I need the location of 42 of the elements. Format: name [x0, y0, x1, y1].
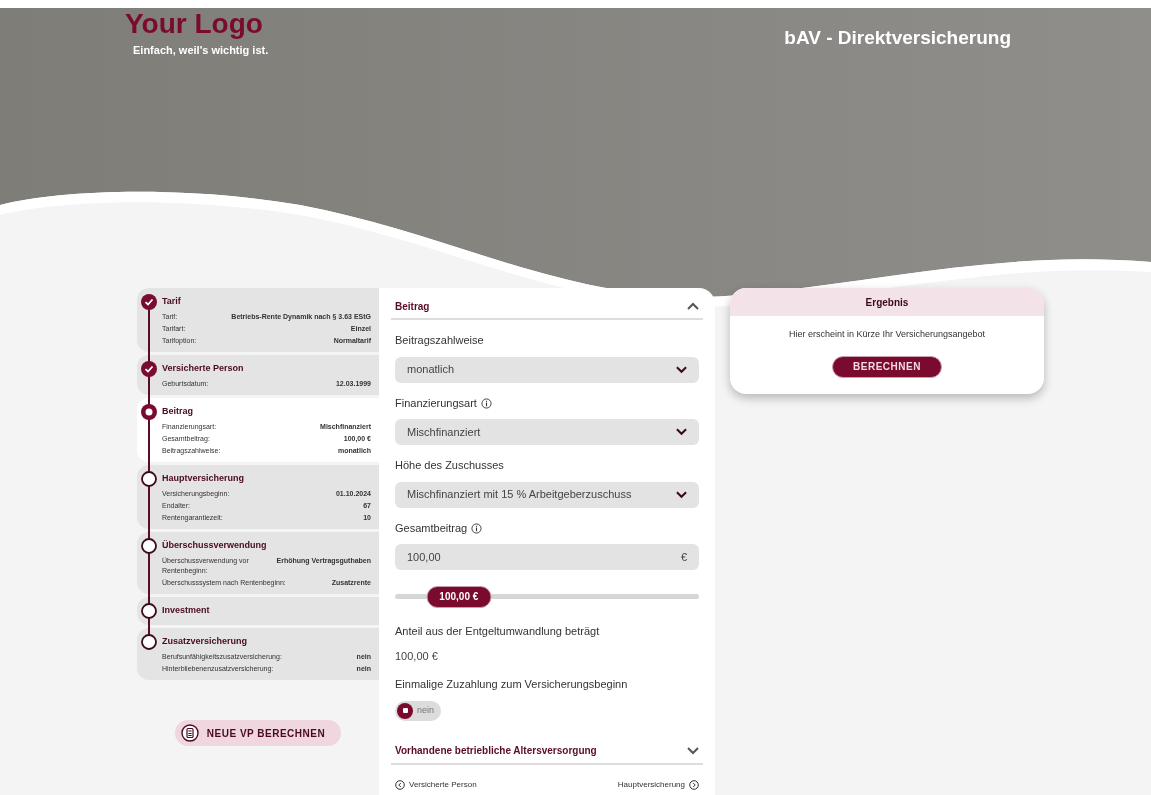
step-title: Tarif	[162, 295, 181, 309]
field-label: Höhe des Zuschusses	[395, 458, 504, 473]
chevron-down-icon	[676, 428, 687, 436]
step-card[interactable]: Investment	[137, 597, 379, 625]
select-field[interactable]: Mischfinanziert mit 15 % Arbeitgeberzuschuss	[395, 481, 699, 508]
field-label: Beitragszahlweise	[395, 333, 484, 348]
step-title: Investment	[162, 604, 210, 618]
calculate-button[interactable]: BERECHNEN	[832, 355, 942, 378]
result-message: Hier erscheint in Kürze Ihr Versicherungsangebot	[788, 328, 986, 341]
slider-thumb[interactable]: 100,00 €	[426, 585, 492, 608]
step-title: Überschussverwendung	[162, 539, 267, 553]
calculator-icon	[180, 724, 199, 742]
result-title: Ergebnis	[865, 295, 909, 310]
info-icon[interactable]	[480, 398, 492, 410]
step-title: Beitrag	[162, 405, 193, 419]
field-label: Anteil aus der Entgeltumwandlung beträgt	[395, 624, 601, 639]
select-field[interactable]: monatlich	[395, 356, 699, 383]
amount-field[interactable]: 100,00 €	[395, 544, 699, 570]
chevron-down-icon	[676, 490, 687, 499]
field-value: 100,00 €	[395, 648, 439, 664]
new-calculation-button[interactable]: NEUE VP BERECHNEN	[174, 720, 342, 746]
step-title: Versicherte Person	[162, 362, 244, 376]
chevron-down-icon	[676, 365, 687, 374]
section-header[interactable]: Beitrag	[391, 294, 703, 320]
arrow-right-circle-icon	[689, 779, 699, 790]
chevron-down-icon	[687, 746, 699, 755]
step-title: Zusatzversicherung	[162, 635, 248, 649]
field-label: Einmalige Zuzahlung zum Versicherungsbeginn	[395, 677, 629, 692]
forward-link[interactable]: Hauptversicherung	[617, 778, 699, 791]
back-link[interactable]: Versicherte Person	[395, 778, 477, 791]
info-icon[interactable]	[471, 523, 483, 535]
logo-text: Your Logo	[125, 10, 264, 38]
field-label: Gesamtbeitrag	[395, 519, 483, 536]
page-title: bAV - Direktversicherung	[784, 26, 1011, 50]
toggle-switch[interactable]: nein	[395, 700, 441, 721]
select-field[interactable]: Mischfinanziert	[395, 419, 699, 445]
field-label: Finanzierungsart	[395, 394, 492, 411]
chevron-up-icon	[687, 302, 699, 310]
section-header[interactable]: Vorhandene betriebliche Altersversorgung	[391, 738, 703, 765]
tagline: Einfach, weil's wichtig ist.	[133, 43, 269, 58]
step-title: Hauptversicherung	[162, 472, 245, 486]
arrow-left-circle-icon	[395, 779, 405, 790]
